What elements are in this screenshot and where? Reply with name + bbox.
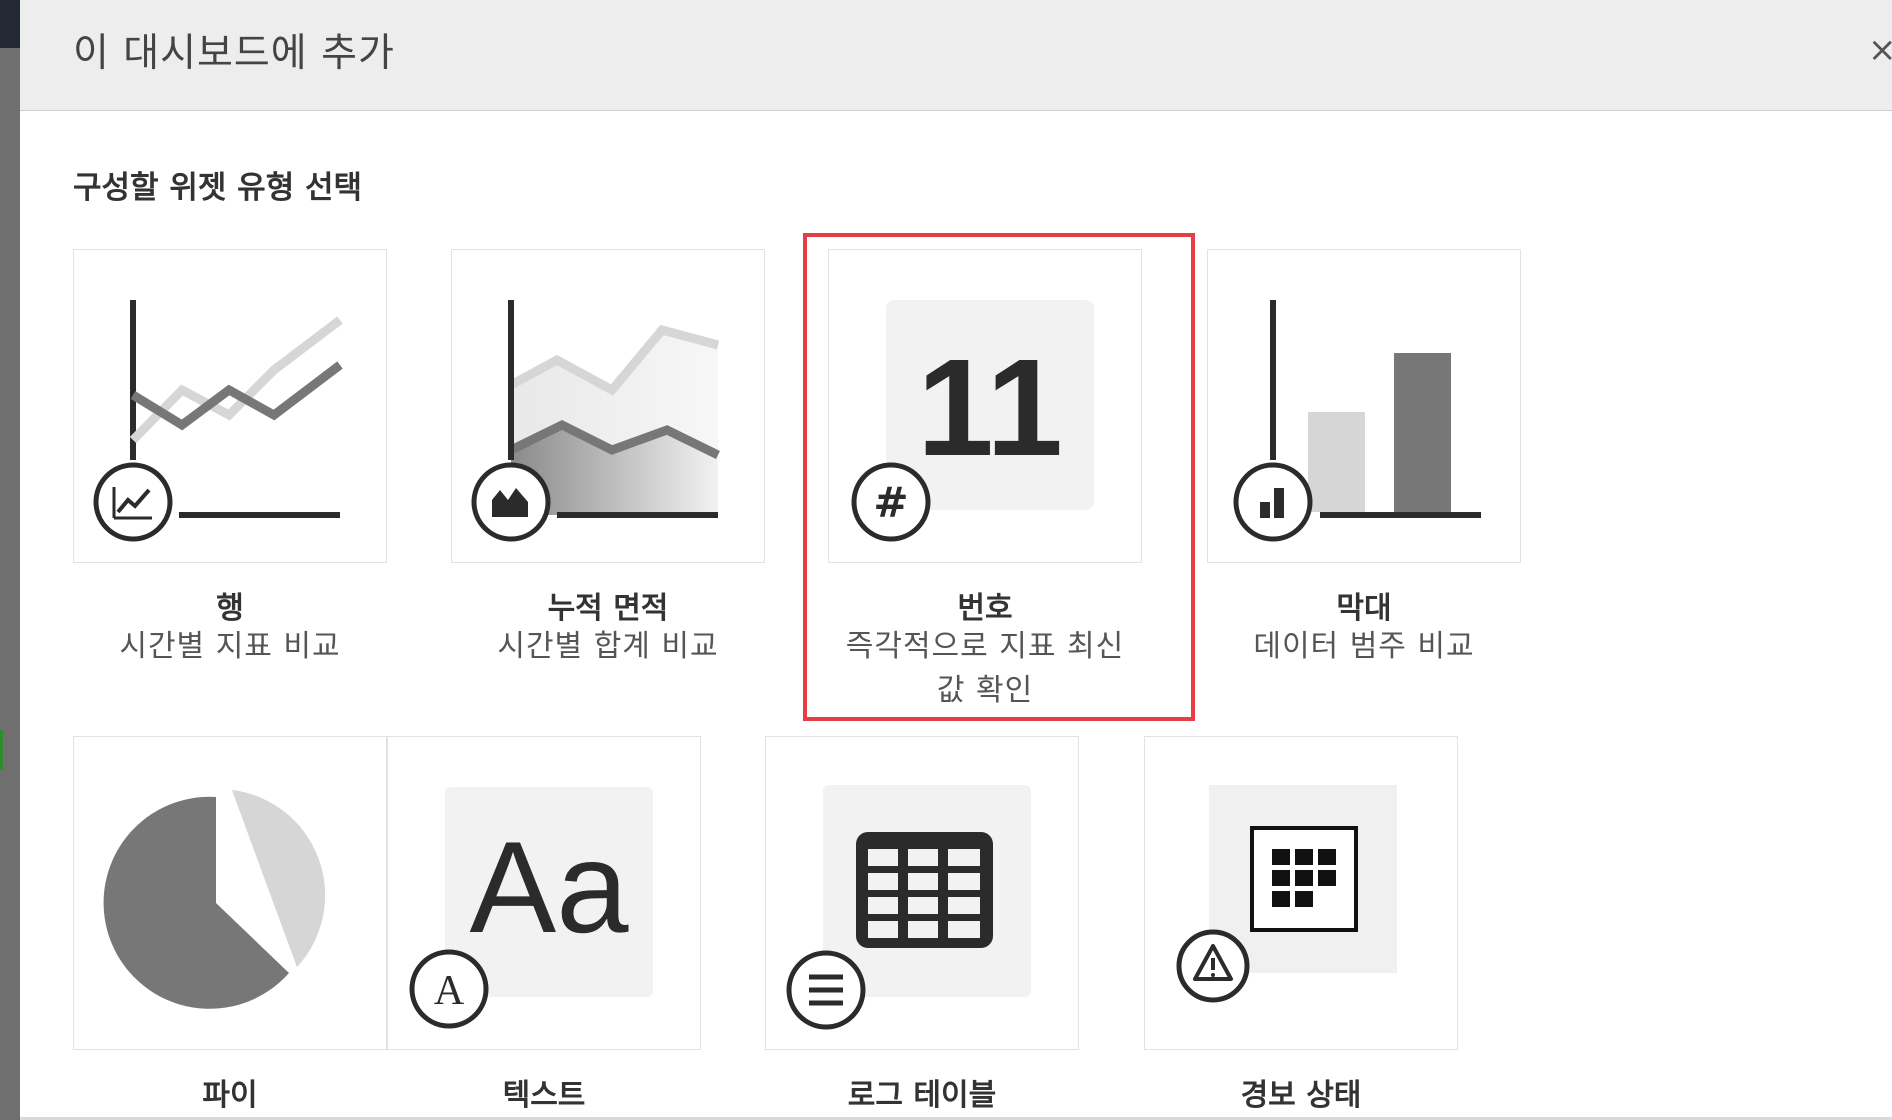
dialog-title: 이 대시보드에 추가	[73, 31, 395, 76]
widget-description: 시간별 합계 비교	[497, 629, 719, 664]
pie-chart-icon	[103, 790, 326, 1009]
stacked-area-icon	[471, 462, 551, 542]
text-preview-value: Aa	[469, 814, 629, 960]
widget-tile-bar[interactable]	[1207, 249, 1521, 563]
widget-name: 로그 테이블	[847, 1078, 997, 1113]
widget-name: 파이	[202, 1078, 258, 1113]
widget-name: 번호	[957, 591, 1013, 626]
pie-chart-preview	[103, 790, 326, 1009]
alarm-status-preview	[1176, 785, 1397, 1003]
widget-tile-line[interactable]	[73, 249, 387, 563]
stacked-area-preview	[471, 300, 720, 542]
add-to-dashboard-dialog: 이 대시보드에 추가 × 구성할 위젯 유형 선택 행 시간별 지표 비교 누적…	[20, 0, 1892, 1120]
alarm-status-icon	[1176, 929, 1250, 1003]
bar-chart-icon	[1233, 462, 1313, 542]
background-page	[0, 0, 20, 1120]
widget-name: 누적 면적	[547, 591, 669, 626]
widget-name: 경보 상태	[1240, 1078, 1362, 1113]
close-icon[interactable]: ×	[1868, 30, 1892, 70]
widget-tile-pie[interactable]	[73, 736, 387, 1050]
text-icon: A	[409, 949, 489, 1029]
widget-name: 행	[216, 591, 244, 626]
widget-tile-stacked-area[interactable]	[451, 249, 765, 563]
dialog-header: 이 대시보드에 추가 ×	[20, 0, 1892, 111]
widget-description: 데이터 범주 비교	[1253, 629, 1475, 664]
number-preview: 11 #	[851, 300, 1094, 542]
text-preview: Aa A	[409, 787, 653, 1029]
widget-description: 시간별 지표 비교	[119, 629, 341, 664]
background-indicator	[0, 730, 3, 770]
hash-icon: #	[851, 462, 931, 542]
log-table-preview	[786, 785, 1031, 1030]
log-table-icon	[786, 950, 866, 1030]
line-chart-icon	[93, 462, 173, 542]
widget-tile-alarm-status[interactable]	[1144, 736, 1458, 1050]
widget-tile-text[interactable]: Aa A	[387, 736, 701, 1050]
widget-tile-number[interactable]: 11 #	[828, 249, 1142, 563]
section-title: 구성할 위젯 유형 선택	[73, 170, 363, 206]
number-preview-value: 11	[917, 331, 1063, 485]
bar-chart-preview	[1233, 300, 1481, 542]
svg-text:A: A	[434, 968, 465, 1014]
widget-name: 막대	[1336, 591, 1392, 626]
widget-name: 텍스트	[502, 1078, 586, 1113]
svg-text:#: #	[873, 478, 908, 527]
widget-tile-log-table[interactable]	[765, 736, 1079, 1050]
line-chart-preview	[93, 300, 343, 542]
background-header	[0, 0, 20, 48]
widget-description: 즉각적으로 지표 최신 값 확인	[845, 629, 1125, 708]
